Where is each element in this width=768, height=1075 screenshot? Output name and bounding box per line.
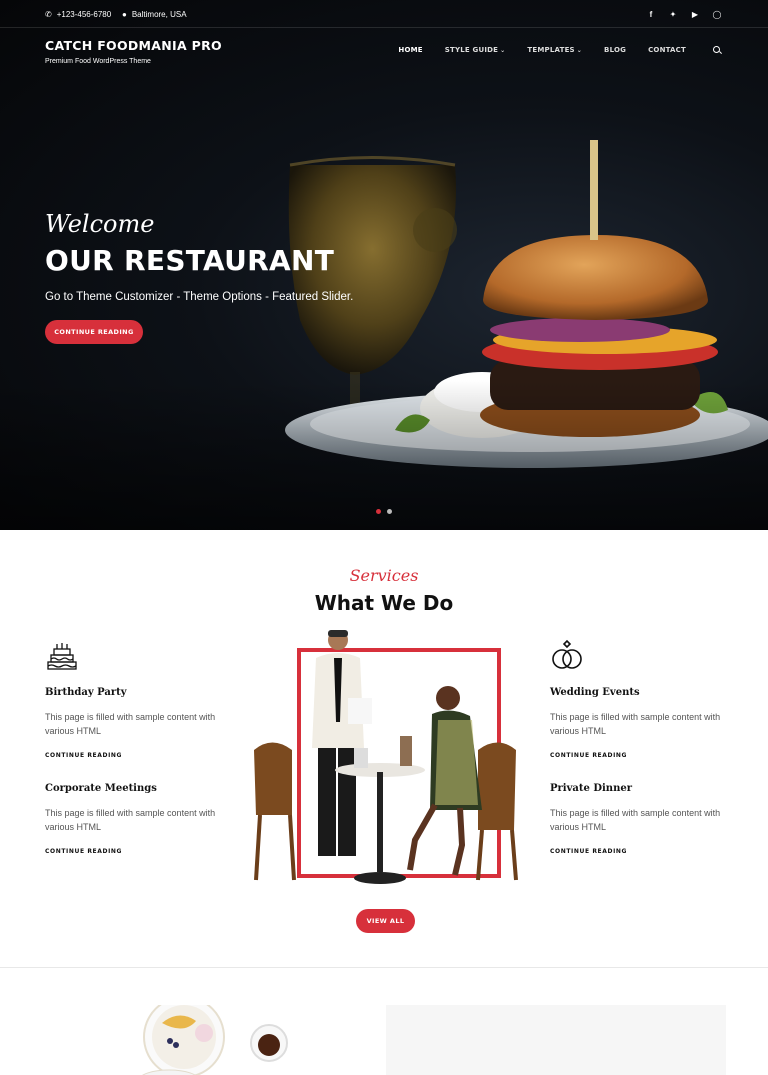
continue-reading-link[interactable]: CONTINUE READING	[550, 752, 730, 759]
service-description: This page is filled with sample content …	[550, 712, 721, 736]
chevron-down-icon: ⌄	[500, 46, 506, 54]
slider-dot-1[interactable]	[376, 509, 381, 514]
cake-icon	[47, 643, 77, 670]
section-divider	[0, 967, 768, 968]
nav-item-templates[interactable]: TEMPLATES ⌄	[527, 46, 582, 54]
nav-item-contact[interactable]: CONTACT	[648, 46, 686, 54]
social-links: f ✦ ▶ ◯	[646, 0, 722, 28]
services-section: Services What We Do Birthday Party This …	[0, 530, 768, 967]
nav-item-blog[interactable]: BLOG	[604, 46, 626, 54]
nav-item-label: STYLE GUIDE	[444, 46, 499, 54]
location-info: ● Baltimore, USA	[122, 0, 187, 28]
map-pin-icon: ●	[122, 9, 127, 19]
nav-item-style-guide[interactable]: STYLE GUIDE ⌄	[445, 46, 506, 54]
service-birthday-party: Birthday Party This page is filled with …	[45, 638, 225, 759]
continue-reading-link[interactable]: CONTINUE READING	[45, 848, 225, 855]
hero-title: OUR RESTAURANT	[45, 244, 335, 277]
service-name[interactable]: Wedding Events	[550, 687, 730, 698]
site-title[interactable]: CATCH FOODMANIA PRO	[45, 38, 222, 53]
services-kicker: Services	[349, 566, 419, 585]
location-text: Baltimore, USA	[131, 9, 187, 19]
hero-slider: ✆ +123-456-6780 ● Baltimore, USA f ✦ ▶ ◯…	[0, 0, 768, 530]
content-placeholder	[386, 1005, 726, 1075]
phone-icon: ✆	[45, 9, 52, 19]
view-all-button[interactable]: VIEW ALL	[356, 909, 415, 933]
service-name[interactable]: Corporate Meetings	[45, 783, 225, 794]
rings-icon	[552, 639, 582, 669]
services-title: What We Do	[314, 591, 454, 615]
nav-item-label: BLOG	[604, 46, 627, 54]
continue-reading-link[interactable]: CONTINUE READING	[45, 752, 225, 759]
site-branding: CATCH FOODMANIA PRO Premium Food WordPre…	[45, 38, 222, 65]
slider-dot-2[interactable]	[387, 509, 392, 514]
nav-item-label: CONTACT	[648, 46, 686, 54]
service-private-dinner: Private Dinner This page is filled with …	[550, 783, 730, 855]
facebook-icon[interactable]: f	[646, 9, 656, 19]
continue-reading-button[interactable]: CONTINUE READING	[45, 320, 143, 344]
service-name[interactable]: Private Dinner	[550, 783, 730, 794]
slider-pagination	[376, 509, 392, 514]
food-plates-image	[142, 1005, 288, 1075]
youtube-icon[interactable]: ▶	[690, 9, 700, 19]
phone-number: +123-456-6780	[56, 9, 112, 19]
service-wedding-events: Wedding Events This page is filled with …	[550, 638, 730, 759]
main-navigation: HOME STYLE GUIDE ⌄ TEMPLATES ⌄ BLOG CONTAC…	[376, 40, 722, 60]
service-description: This page is filled with sample content …	[45, 808, 216, 832]
continue-reading-link[interactable]: CONTINUE READING	[550, 848, 730, 855]
service-description: This page is filled with sample content …	[45, 712, 216, 736]
featured-food-image	[44, 1005, 384, 1075]
nav-item-label: HOME	[398, 46, 423, 54]
chevron-down-icon: ⌄	[576, 46, 583, 54]
services-featured-image	[254, 630, 518, 884]
twitter-icon[interactable]: ✦	[668, 9, 678, 19]
hero-subtitle: Go to Theme Customizer - Theme Options -…	[45, 291, 354, 303]
service-corporate-meetings: Corporate Meetings This page is filled w…	[45, 783, 225, 855]
hero-kicker: Welcome	[45, 210, 155, 238]
nav-item-home[interactable]: HOME	[398, 46, 422, 54]
search-icon[interactable]	[712, 45, 722, 55]
instagram-icon[interactable]: ◯	[712, 9, 722, 19]
service-description: This page is filled with sample content …	[550, 808, 721, 832]
site-tagline: Premium Food WordPress Theme	[45, 58, 151, 65]
service-name[interactable]: Birthday Party	[45, 687, 225, 698]
top-bar: ✆ +123-456-6780 ● Baltimore, USA f ✦ ▶ ◯	[0, 0, 768, 28]
phone-info[interactable]: ✆ +123-456-6780	[45, 0, 111, 28]
hero-caption: Welcome OUR RESTAURANT Go to Theme Custo…	[45, 210, 353, 303]
nav-item-label: TEMPLATES	[527, 46, 575, 54]
